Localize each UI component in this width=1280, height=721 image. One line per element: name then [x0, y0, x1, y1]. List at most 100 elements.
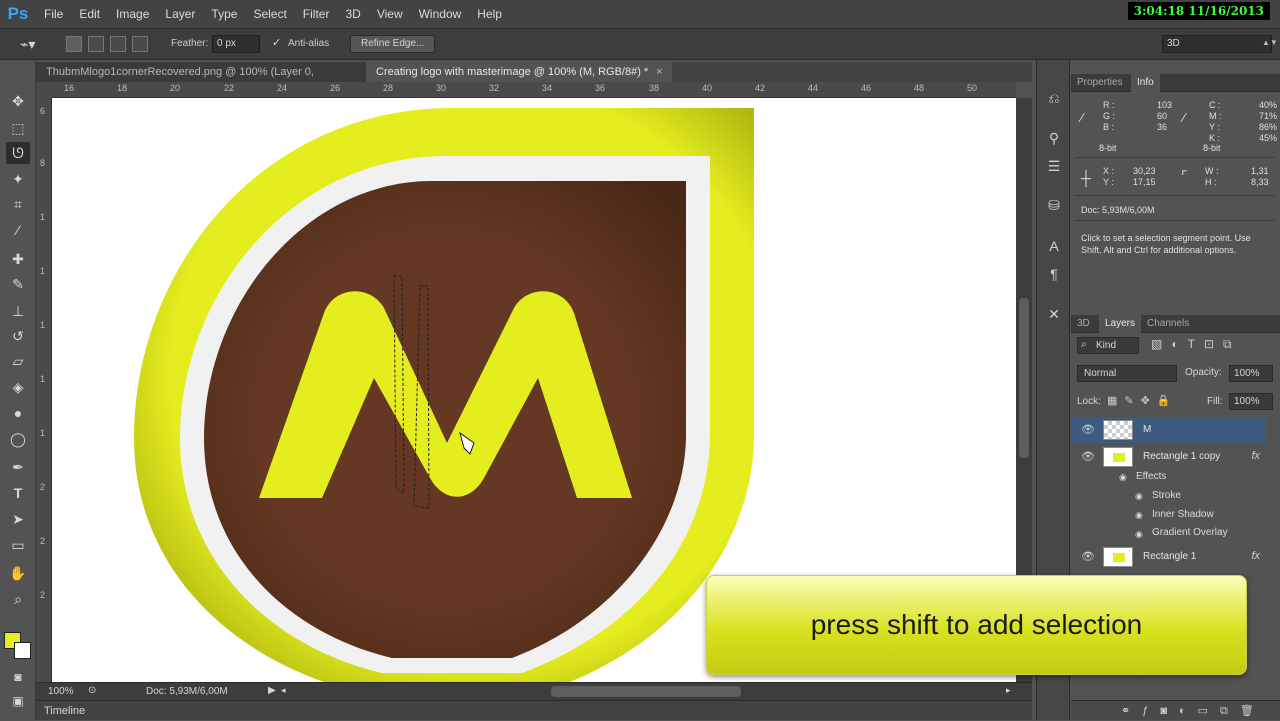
brush-panel-icon[interactable]: ⚲	[1044, 128, 1064, 148]
scroll-right-icon[interactable]: ▸	[1006, 685, 1011, 696]
tab-channels[interactable]: Channels	[1141, 315, 1195, 333]
menu-filter[interactable]: Filter	[295, 0, 338, 28]
character-panel-icon[interactable]: A	[1044, 236, 1064, 256]
selection-size-icon: ⌜	[1181, 168, 1188, 184]
layers-footer-icons[interactable]: ⚭ƒ◙◐▭⧉🗑	[1071, 700, 1280, 720]
eyedropper-tool-icon[interactable]: ⁄	[6, 219, 30, 241]
blend-mode-select[interactable]: Normal	[1077, 365, 1177, 382]
quick-selection-tool-icon[interactable]: ✦	[6, 168, 30, 190]
antialias-checkbox[interactable]: ✓	[272, 36, 281, 49]
effect-eye-icon[interactable]: ◉	[1135, 510, 1143, 521]
adjustments-panel-icon[interactable]: ☰	[1044, 156, 1064, 176]
history-brush-tool-icon[interactable]: ↺	[6, 325, 30, 347]
layer-row-m[interactable]: 👁 M	[1071, 417, 1266, 443]
feather-input[interactable]: 0 px	[212, 35, 260, 53]
history-panel-icon[interactable]: ⎌	[1044, 88, 1064, 108]
new-selection-icon[interactable]	[66, 36, 82, 52]
menu-edit[interactable]: Edit	[71, 0, 108, 28]
add-to-selection-icon[interactable]	[88, 36, 104, 52]
effects-eye-icon[interactable]: ◉	[1119, 472, 1127, 483]
workspace-select[interactable]: 3D	[1162, 35, 1272, 53]
paragraph-panel-icon[interactable]: ¶	[1044, 264, 1064, 284]
paint-bucket-tool-icon[interactable]: ◈	[6, 376, 30, 398]
effect-eye-icon[interactable]: ◉	[1135, 491, 1143, 502]
dodge-tool-icon[interactable]: ◯	[6, 428, 30, 450]
move-tool-icon[interactable]: ✥	[6, 90, 30, 112]
effect-eye-icon[interactable]: ◉	[1135, 529, 1143, 540]
lasso-tool-icon[interactable]: ᘎ	[6, 142, 30, 164]
tutorial-caption-banner: press shift to add selection	[706, 575, 1247, 675]
doc-size-readout: Doc: 5,93M/6,00M	[146, 686, 228, 697]
clone-stamp-tool-icon[interactable]: ⊥	[6, 300, 30, 322]
status-options-icon[interactable]: ⊙	[88, 685, 96, 696]
info-divider	[1075, 220, 1275, 221]
document-tabs: ThubmMlogo1cornerRecovered.png @ 100% (L…	[36, 62, 1032, 98]
pen-tool-icon[interactable]: ✒	[6, 456, 30, 478]
tab-properties[interactable]: Properties	[1071, 74, 1129, 92]
rectangle-tool-icon[interactable]: ▭	[6, 534, 30, 556]
screen-mode-icon[interactable]: ▣	[6, 690, 30, 712]
layer-effects-fx-icon[interactable]: fx	[1251, 550, 1260, 562]
effect-gradient-overlay[interactable]: Gradient Overlay	[1152, 524, 1228, 542]
path-selection-tool-icon[interactable]: ➤	[6, 508, 30, 530]
menu-type[interactable]: Type	[203, 0, 245, 28]
hand-tool-icon[interactable]: ✋	[6, 562, 30, 584]
eraser-tool-icon[interactable]: ▱	[6, 350, 30, 372]
tab-thumb-document[interactable]: ThubmMlogo1cornerRecovered.png @ 100% (L…	[36, 62, 366, 98]
tab-creating-logo-document[interactable]: Creating logo with masterimage @ 100% (M…	[366, 62, 672, 82]
zoom-tool-icon[interactable]: ⌕	[6, 588, 30, 610]
type-tool-icon[interactable]: T	[6, 482, 30, 504]
tab-3d[interactable]: 3D	[1071, 315, 1096, 333]
zoom-level[interactable]: 100%	[48, 686, 74, 697]
status-menu-arrow-icon[interactable]: ▶	[268, 685, 276, 696]
blur-tool-icon[interactable]: ●	[6, 402, 30, 424]
close-icon[interactable]: ×	[656, 66, 662, 78]
brush-tool-icon[interactable]: ✎	[6, 273, 30, 295]
menu-view[interactable]: View	[369, 0, 411, 28]
quick-mask-icon[interactable]: ◙	[6, 666, 30, 688]
opacity-input[interactable]: 100%	[1229, 365, 1273, 382]
timeline-panel-tab[interactable]: Timeline	[36, 700, 1032, 720]
subtract-from-selection-icon[interactable]	[110, 36, 126, 52]
info-divider	[1075, 195, 1275, 196]
menu-file[interactable]: File	[36, 0, 71, 28]
polygonal-lasso-tool-preset-icon[interactable]: ⌁▾	[20, 36, 35, 53]
effect-inner-shadow[interactable]: Inner Shadow	[1152, 506, 1214, 524]
menu-window[interactable]: Window	[411, 0, 470, 28]
healing-brush-tool-icon[interactable]: ✚	[6, 248, 30, 270]
info-g-label: G :	[1103, 111, 1116, 121]
tab-layers[interactable]: Layers	[1099, 315, 1142, 333]
lock-icons[interactable]: ▦✎✥🔒	[1107, 394, 1178, 407]
layer-row-rectangle-1[interactable]: 👁 Rectangle 1 fx	[1071, 544, 1266, 570]
ruler-tick-label: 44	[808, 83, 819, 93]
marquee-tool-icon[interactable]: ⬚	[6, 117, 30, 139]
ruler-tick-label: 32	[489, 83, 500, 93]
eyedropper-sample-icon: ⁄	[1183, 110, 1186, 125]
options-bar: ⌁▾ Feather: 0 px ✓ Anti-alias Refine Edg…	[0, 28, 1280, 60]
horizontal-scroll-thumb[interactable]	[551, 686, 741, 697]
menu-select[interactable]: Select	[245, 0, 294, 28]
crop-tool-icon[interactable]: ⌗	[6, 193, 30, 215]
fill-input[interactable]: 100%	[1229, 393, 1273, 410]
tool-presets-panel-icon[interactable]: ✕	[1044, 304, 1064, 324]
layer-filter-icons[interactable]: ▧◐T⊡⧉	[1151, 337, 1241, 352]
tab-info[interactable]: Info	[1131, 74, 1160, 92]
visibility-eye-icon[interactable]: 👁	[1081, 450, 1095, 463]
menu-3d[interactable]: 3D	[337, 0, 368, 28]
refine-edge-button[interactable]: Refine Edge...	[350, 35, 436, 53]
visibility-eye-icon[interactable]: 👁	[1081, 550, 1095, 563]
layer-row-rectangle-1-copy[interactable]: 👁 Rectangle 1 copy fx	[1071, 444, 1266, 470]
scroll-left-icon[interactable]: ◂	[281, 685, 286, 696]
layer-effects-fx-icon[interactable]: fx	[1251, 450, 1260, 462]
menu-help[interactable]: Help	[469, 0, 510, 28]
intersect-selection-icon[interactable]	[132, 36, 148, 52]
vertical-scroll-thumb[interactable]	[1019, 298, 1029, 458]
clone-source-panel-icon[interactable]: ⛁	[1044, 195, 1064, 215]
menu-image[interactable]: Image	[108, 0, 157, 28]
search-icon: ⌕	[1081, 339, 1087, 350]
effect-stroke[interactable]: Stroke	[1152, 487, 1181, 505]
background-color-swatch[interactable]	[14, 642, 31, 659]
visibility-eye-icon[interactable]: 👁	[1081, 423, 1095, 436]
menu-layer[interactable]: Layer	[157, 0, 203, 28]
ruler-tick-label: 24	[277, 83, 288, 93]
